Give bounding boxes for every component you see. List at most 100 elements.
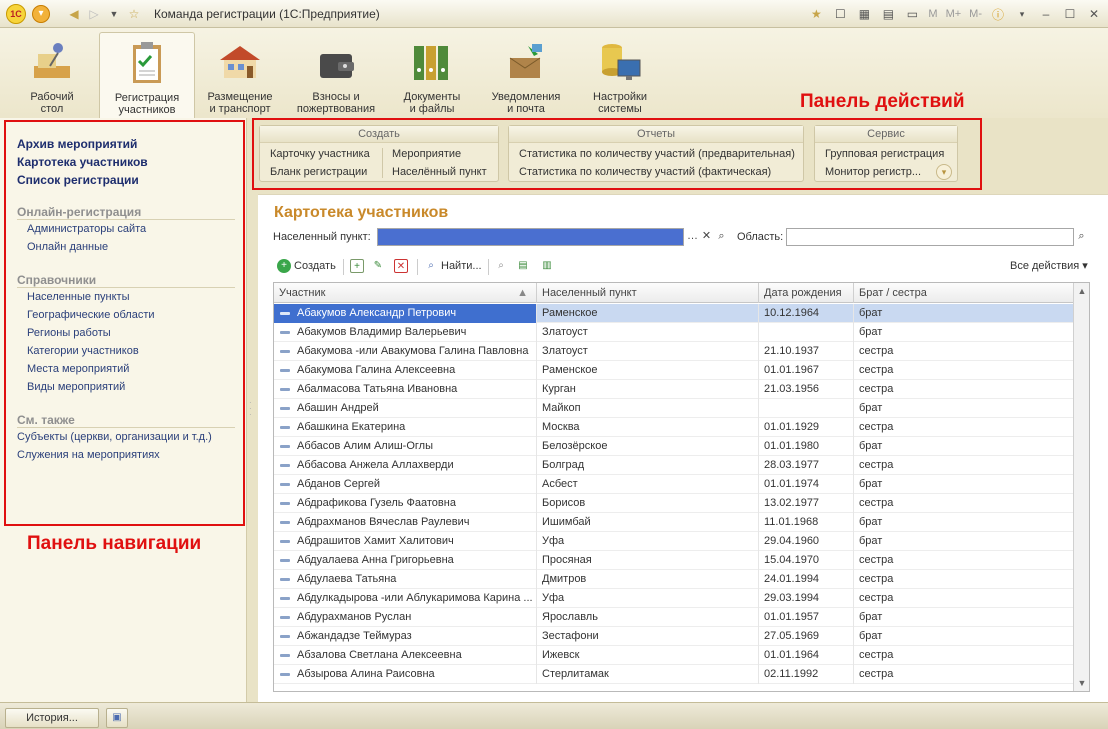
action-participant-card[interactable]: Карточку участника (270, 148, 370, 160)
create-button[interactable]: + Создать (277, 259, 336, 273)
table-row[interactable]: Абжандадзе Теймураз Зестафони 27.05.1969 бр… (274, 627, 1074, 646)
table-row[interactable]: Абалмасова Татьяна Ивановна Курган 21.03.1… (274, 380, 1074, 399)
table-row[interactable]: Абашкина Екатерина Москва 01.01.1929 сестра (274, 418, 1074, 437)
back-icon[interactable]: ◀ (64, 4, 84, 24)
star-add-icon[interactable]: ★ (806, 4, 826, 24)
history-dropdown-icon[interactable]: ▼ (104, 4, 124, 24)
cell-locality: Просяная (537, 551, 759, 570)
table-row[interactable]: Абдуалаева Анна Григорьевна Просяная 15.04… (274, 551, 1074, 570)
table-row[interactable]: Абдулаева Татьяна Дмитров 24.01.1994 сестра (274, 570, 1074, 589)
action-registration-monitor[interactable]: Монитор регистр... (825, 166, 921, 178)
favorites-icon[interactable]: ☐ (830, 4, 850, 24)
action-report-preliminary[interactable]: Статистика по количеству участий (предва… (519, 148, 795, 160)
nav-link-subjects[interactable]: Субъекты (церкви, организации и т.д.) (17, 431, 212, 443)
favorite-star-icon[interactable]: ☆ (124, 4, 144, 24)
action-group-registration[interactable]: Групповая регистрация (825, 148, 944, 160)
row-marker-icon (280, 654, 290, 657)
search-icon[interactable]: ⌕ (714, 228, 729, 246)
calendar-icon[interactable]: ▤ (878, 4, 898, 24)
column-brother-sister[interactable]: Брат / сестра (854, 283, 1074, 303)
panel-splitter[interactable]: · · · (249, 399, 252, 419)
table-row[interactable]: Абакумова -или Авакумова Галина Павловна… (274, 342, 1074, 361)
section-notifications[interactable]: Уведомления и почта (478, 32, 574, 118)
action-report-actual[interactable]: Статистика по количеству участий (фактич… (519, 166, 771, 178)
plus-icon: + (277, 259, 291, 273)
calculator-icon[interactable]: ▦ (854, 4, 874, 24)
section-registration[interactable]: Регистрация участников (99, 32, 195, 118)
cancel-search-button[interactable]: ⌕ (494, 259, 508, 273)
main-menu-icon[interactable]: ▾ (32, 4, 50, 23)
nav-link-work-regions[interactable]: Регионы работы (27, 327, 111, 339)
close-icon[interactable]: ✕ (1084, 4, 1104, 24)
scroll-up-icon[interactable]: ▲ (1074, 283, 1089, 299)
table-row[interactable]: Аббасова Анжела Аллахверди Болград 28.03.1… (274, 456, 1074, 475)
more-actions-icon[interactable]: ▾ (936, 164, 952, 180)
nav-link-localities[interactable]: Населенные пункты (27, 291, 130, 303)
dropdown-icon[interactable]: ▾ (1012, 4, 1032, 24)
report-button[interactable]: ▤ (516, 259, 530, 273)
column-locality[interactable]: Населенный пункт (537, 283, 759, 303)
region-input[interactable] (786, 228, 1074, 246)
windows-icon[interactable]: ▣ (106, 708, 128, 728)
action-event[interactable]: Мероприятие (392, 148, 461, 160)
table-row[interactable]: Абдурахманов Руслан Ярославль 01.01.1957 бр… (274, 608, 1074, 627)
print-icon[interactable]: ▭ (902, 4, 922, 24)
history-button[interactable]: История... (5, 708, 99, 728)
nav-link-events-archive[interactable]: Архив мероприятий (17, 137, 137, 151)
column-birth-date[interactable]: Дата рождения (759, 283, 854, 303)
divider (488, 259, 489, 275)
nav-link-participants-card[interactable]: Картотека участников (17, 155, 148, 169)
section-donations[interactable]: Взносы и пожертвования (288, 32, 384, 118)
choose-button[interactable]: … (685, 228, 700, 246)
clear-icon[interactable]: ✕ (699, 228, 714, 246)
column-participant[interactable]: Участник ▲ (274, 283, 537, 303)
table-row[interactable]: Абдулкадырова -или Аблукаримова Карина .… (274, 589, 1074, 608)
nav-link-participant-categories[interactable]: Категории участников (27, 345, 139, 357)
info-icon[interactable]: ⓘ (988, 4, 1008, 24)
table-row[interactable]: Абакумов Владимир Валерьевич Златоуст брат (274, 323, 1074, 342)
table-row[interactable]: Аббасов Алим Алиш-Оглы Белозёрское 01.01.1… (274, 437, 1074, 456)
nav-link-event-services[interactable]: Служения на мероприятиях (17, 449, 160, 461)
edit-button[interactable]: ✎ (371, 259, 385, 273)
all-actions-menu[interactable]: Все действия ▾ (1010, 259, 1088, 272)
nav-link-geo-areas[interactable]: Географические области (27, 309, 155, 321)
export-button[interactable]: ▥ (540, 259, 554, 273)
app-logo-icon[interactable]: 1C (6, 3, 26, 24)
table-row[interactable]: Абашин Андрей Майкоп брат (274, 399, 1074, 418)
delete-button[interactable]: ✕ (394, 259, 408, 273)
forward-icon[interactable]: ▷ (84, 4, 104, 24)
nav-link-registration-list[interactable]: Список регистрации (17, 173, 139, 187)
table-row[interactable]: Абзырова Алина Раисовна Стерлитамак 02.11.… (274, 665, 1074, 684)
table-row[interactable]: Абакумов Александр Петрович Раменское 10.1… (274, 304, 1074, 323)
vertical-scrollbar[interactable]: ▲ ▼ (1073, 283, 1089, 691)
search-icon[interactable]: ⌕ (1074, 228, 1089, 246)
table-row[interactable]: Абданов Сергей Асбест 01.01.1974 брат (274, 475, 1074, 494)
copy-button[interactable]: + (350, 259, 364, 273)
action-registration-form[interactable]: Бланк регистрации (270, 166, 367, 178)
section-documents[interactable]: Документы и файлы (384, 32, 480, 118)
table-row[interactable]: Абдрашитов Хамит Халитович Уфа 29.04.1960 б… (274, 532, 1074, 551)
minimize-icon[interactable]: – (1036, 4, 1056, 24)
maximize-icon[interactable]: ☐ (1060, 4, 1080, 24)
table-row[interactable]: Абзалова Светлана Алексеевна Ижевск 01.01.… (274, 646, 1074, 665)
scroll-down-icon[interactable]: ▼ (1074, 675, 1089, 691)
table-row[interactable]: Абдрахманов Вячеслав Раулевич Ишимбай 11.0… (274, 513, 1074, 532)
memory-m[interactable]: M (926, 8, 939, 20)
memory-m-minus[interactable]: M- (967, 8, 984, 20)
locality-input[interactable] (377, 228, 684, 246)
section-settings[interactable]: Настройки системы (572, 32, 668, 118)
cell-brother-sister: брат (854, 532, 1074, 551)
nav-link-event-types[interactable]: Виды мероприятий (27, 381, 125, 393)
table-row[interactable]: Абакумова Галина Алексеевна Раменское 01.0… (274, 361, 1074, 380)
memory-m-plus[interactable]: M+ (944, 8, 964, 20)
find-button[interactable]: ⌕ Найти... (424, 259, 481, 273)
nav-link-online-data[interactable]: Онлайн данные (27, 241, 108, 253)
section-desktop[interactable]: Рабочий стол (4, 32, 100, 118)
cell-birth-date: 27.05.1969 (759, 627, 854, 646)
table-row[interactable]: Абдрафикова Гузель Фаатовна Борисов 13.02.… (274, 494, 1074, 513)
action-locality[interactable]: Населённый пункт (392, 166, 487, 178)
nav-link-event-places[interactable]: Места мероприятий (27, 363, 129, 375)
section-accommodation[interactable]: Размещение и транспорт (192, 32, 288, 118)
nav-link-site-admins[interactable]: Администраторы сайта (27, 223, 146, 235)
cell-brother-sister: сестра (854, 380, 1074, 399)
